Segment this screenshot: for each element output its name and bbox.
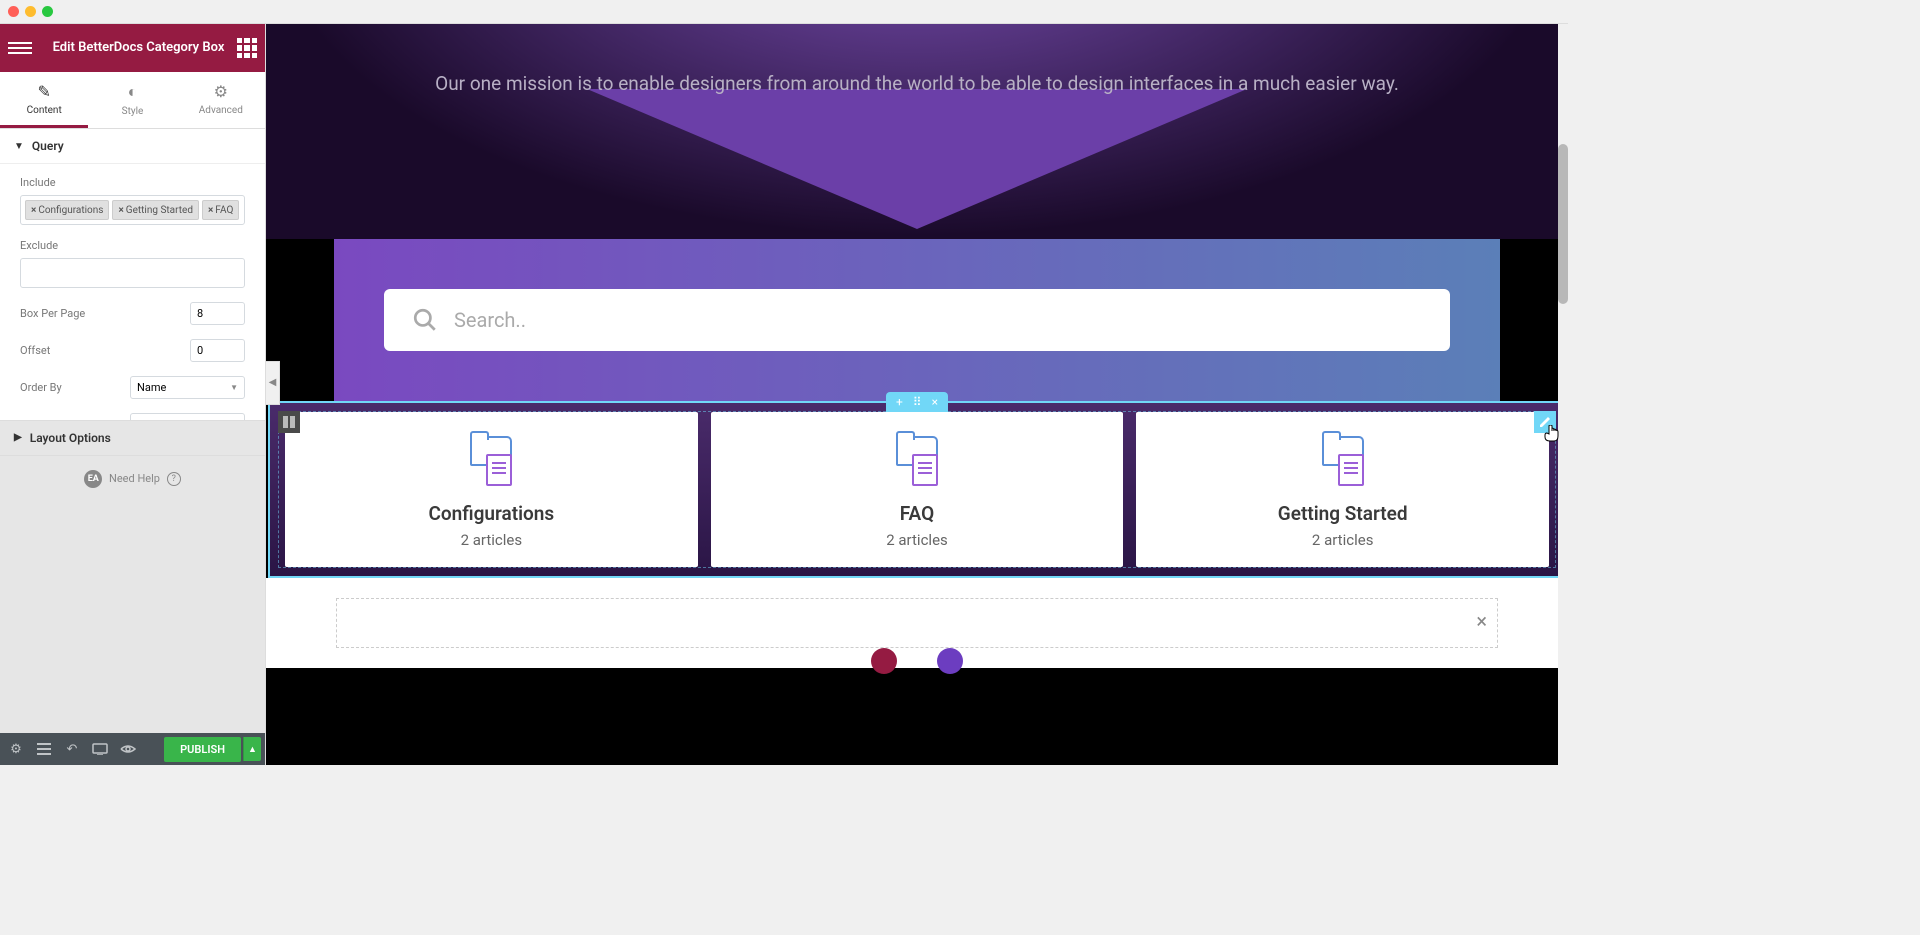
- placeholder-area[interactable]: ×: [336, 598, 1498, 648]
- caret-right-icon: ▶: [14, 432, 22, 443]
- search-input[interactable]: [454, 308, 1422, 332]
- triangle-decoration: [587, 89, 1247, 229]
- exclude-label: Exclude: [20, 239, 245, 252]
- need-help-row[interactable]: EA Need Help ?: [0, 456, 265, 502]
- publish-more-button[interactable]: ▲: [243, 737, 261, 761]
- search-box: [384, 289, 1450, 351]
- hero-subtitle: Our one mission is to enable designers f…: [316, 72, 1518, 95]
- preview-icon[interactable]: [116, 737, 140, 761]
- include-label: Include: [20, 176, 245, 189]
- close-icon[interactable]: ×: [1476, 609, 1487, 633]
- folder-doc-icon: [892, 436, 942, 486]
- editor-sidebar: Edit BetterDocs Category Box ✎ Content ◐…: [0, 24, 266, 765]
- help-icon: ?: [167, 472, 181, 486]
- query-section-header[interactable]: ▼ Query: [0, 129, 265, 164]
- box-per-page-input[interactable]: [190, 302, 245, 325]
- box-per-page-label: Box Per Page: [20, 307, 85, 320]
- ea-badge-icon: EA: [84, 470, 102, 488]
- chevron-down-icon: ▼: [230, 383, 238, 392]
- below-section: ×: [266, 578, 1568, 668]
- maximize-window-button[interactable]: [42, 6, 53, 17]
- settings-icon[interactable]: ⚙: [4, 737, 28, 761]
- search-section: [334, 239, 1500, 401]
- folder-doc-icon: [1318, 436, 1368, 486]
- pencil-icon: ✎: [0, 82, 88, 101]
- remove-tag-icon[interactable]: ×: [118, 205, 123, 216]
- drag-section-icon[interactable]: ⠿: [913, 395, 922, 409]
- color-dot: [871, 648, 897, 674]
- delete-section-icon[interactable]: ×: [932, 395, 938, 409]
- tab-content[interactable]: ✎ Content: [0, 72, 88, 128]
- search-icon: [412, 307, 438, 333]
- layout-options-section[interactable]: ▶ Layout Options: [0, 420, 265, 456]
- category-cards: Configurations 2 articles FAQ 2 articles: [278, 411, 1556, 568]
- minimize-window-button[interactable]: [25, 6, 36, 17]
- mac-titlebar: [0, 0, 1568, 24]
- category-card[interactable]: Getting Started 2 articles: [1136, 412, 1549, 567]
- history-icon[interactable]: ↶: [60, 737, 84, 761]
- responsive-icon[interactable]: [88, 737, 112, 761]
- order-by-select[interactable]: Name ▼: [130, 376, 245, 399]
- order-by-label: Order By: [20, 381, 62, 394]
- card-title: Configurations: [303, 502, 680, 525]
- bottom-toolbar: ⚙ ↶ PUBLISH ▲: [0, 733, 265, 765]
- include-tag[interactable]: ×Getting Started: [112, 200, 199, 220]
- hero-section: Our one mission is to enable designers f…: [266, 24, 1568, 239]
- section-toolbar: + ⠿ ×: [886, 392, 948, 412]
- color-dot: [937, 648, 963, 674]
- widgets-grid-icon[interactable]: [237, 38, 257, 58]
- add-section-icon[interactable]: +: [896, 395, 903, 409]
- edit-widget-handle[interactable]: [1534, 411, 1556, 433]
- card-count: 2 articles: [729, 531, 1106, 549]
- card-title: FAQ: [729, 502, 1106, 525]
- category-card[interactable]: FAQ 2 articles: [711, 412, 1124, 567]
- card-count: 2 articles: [1154, 531, 1531, 549]
- close-window-button[interactable]: [8, 6, 19, 17]
- publish-button[interactable]: PUBLISH: [164, 737, 241, 762]
- contrast-icon: ◐: [88, 82, 176, 102]
- offset-label: Offset: [20, 344, 50, 357]
- tab-style[interactable]: ◐ Style: [88, 72, 176, 128]
- category-box-widget[interactable]: + ⠿ ×: [268, 401, 1566, 578]
- collapse-sidebar-handle[interactable]: ◀: [266, 361, 280, 405]
- navigator-icon[interactable]: [32, 737, 56, 761]
- editor-tabs: ✎ Content ◐ Style ⚙ Advanced: [0, 72, 265, 129]
- card-count: 2 articles: [303, 531, 680, 549]
- scrollthumb[interactable]: [1558, 144, 1568, 304]
- order-select[interactable]: Ascending ▼: [130, 413, 245, 420]
- query-panel: Include ×Configurations ×Getting Started…: [0, 164, 265, 420]
- offset-input[interactable]: [190, 339, 245, 362]
- tab-advanced[interactable]: ⚙ Advanced: [177, 72, 265, 128]
- category-card[interactable]: Configurations 2 articles: [285, 412, 698, 567]
- remove-tag-icon[interactable]: ×: [31, 205, 36, 216]
- card-title: Getting Started: [1154, 502, 1531, 525]
- menu-icon[interactable]: [8, 36, 32, 60]
- remove-tag-icon[interactable]: ×: [208, 205, 213, 216]
- sidebar-header: Edit BetterDocs Category Box: [0, 24, 265, 72]
- scrollbar[interactable]: [1558, 24, 1568, 765]
- preview-canvas: Our one mission is to enable designers f…: [266, 24, 1568, 765]
- include-tag[interactable]: ×Configurations: [25, 200, 109, 220]
- caret-down-icon: ▼: [14, 141, 24, 152]
- gear-icon: ⚙: [177, 82, 265, 101]
- widget-title: Edit BetterDocs Category Box: [40, 40, 237, 56]
- include-tag[interactable]: ×FAQ: [202, 200, 239, 220]
- folder-doc-icon: [466, 436, 516, 486]
- exclude-field[interactable]: [20, 258, 245, 288]
- include-field[interactable]: ×Configurations ×Getting Started ×FAQ: [20, 195, 245, 225]
- column-handle[interactable]: [278, 411, 300, 433]
